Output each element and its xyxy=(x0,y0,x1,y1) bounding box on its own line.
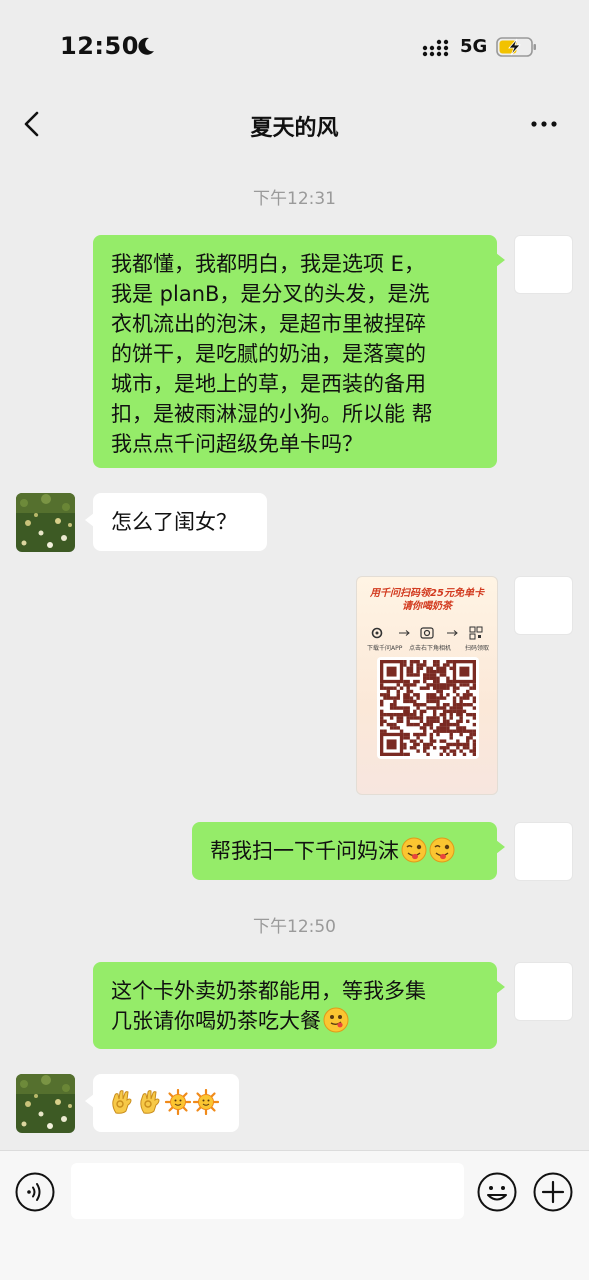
card-step-label: 点击右下角相机 xyxy=(409,645,452,652)
status-time: 12:50 xyxy=(60,32,139,60)
incoming-message-bubble[interactable] xyxy=(85,1074,239,1132)
emoji-picker-icon[interactable] xyxy=(476,1171,518,1213)
message-input[interactable] xyxy=(71,1163,464,1219)
battery-charging-icon xyxy=(496,37,536,57)
network-type: 5G xyxy=(460,36,488,57)
message-text: 怎么了闺女？ xyxy=(111,510,237,534)
card-step-label: 下载千问APP xyxy=(367,645,403,652)
sun-face-icon xyxy=(193,1089,219,1115)
flower-photo-icon xyxy=(16,1074,75,1133)
scan-icon xyxy=(469,626,483,640)
app-logo-icon xyxy=(371,627,383,639)
timestamp: 下午12:50 xyxy=(253,917,336,937)
ok-hand-icon xyxy=(112,1090,132,1114)
message-line: 这个卡外卖奶茶都能用，等我多集 xyxy=(111,979,426,1003)
ok-hand-icon xyxy=(140,1090,160,1114)
message-line: 我点点千问超级免单卡吗？ xyxy=(111,432,363,456)
input-bar xyxy=(0,1150,589,1280)
back-arrow-icon[interactable] xyxy=(18,108,46,140)
self-avatar[interactable] xyxy=(514,235,573,294)
self-avatar[interactable] xyxy=(514,822,573,881)
chat-title: 夏天的风 xyxy=(250,116,339,141)
winking-tongue-face-icon xyxy=(429,837,455,863)
contact-avatar[interactable] xyxy=(16,1074,75,1133)
card-title-line: 请你喝奶茶 xyxy=(402,601,452,612)
message-line: 我是 planB，是分叉的头发，是洗 xyxy=(111,282,430,306)
status-bar: 12:50 5G xyxy=(0,0,589,96)
flower-photo-icon xyxy=(16,493,75,552)
message-line: 城市，是地上的草，是西装的备用 xyxy=(111,372,426,396)
arrow-right-icon xyxy=(447,630,458,636)
self-avatar[interactable] xyxy=(514,962,573,1021)
card-step-label: 扫码领取 xyxy=(465,645,490,652)
tongue-out-face-icon xyxy=(323,1007,349,1033)
contact-avatar[interactable] xyxy=(16,493,75,552)
timestamp: 下午12:31 xyxy=(253,189,336,209)
voice-input-icon[interactable] xyxy=(14,1171,56,1213)
chat-header: 夏天的风 xyxy=(0,96,589,156)
qr-code xyxy=(377,657,479,759)
message-line: 的饼干，是吃腻的奶油，是落寞的 xyxy=(111,342,426,366)
sun-face-icon xyxy=(165,1089,191,1115)
message-line: 我都懂，我都明白，我是选项 E， xyxy=(111,252,425,276)
moon-icon xyxy=(138,37,154,55)
message-line: 衣机流出的泡沫，是超市里被捏碎 xyxy=(111,312,426,336)
card-title-line: 用千问扫码领25元免单卡 xyxy=(370,588,484,599)
winking-tongue-face-icon xyxy=(401,837,427,863)
outgoing-message-bubble[interactable]: 这个卡外卖奶茶都能用，等我多集 几张请你喝奶茶吃大餐 xyxy=(93,962,505,1049)
signal-icon xyxy=(422,39,449,57)
camera-icon xyxy=(420,627,434,639)
message-line: 扣，是被雨淋湿的小狗。所以能 帮 xyxy=(111,402,433,426)
card-step-icons xyxy=(371,626,483,640)
qr-code-image-message[interactable]: 用千问扫码领25元免单卡 请你喝奶茶 下载千问APP 点击右下角相机 扫码领取 xyxy=(356,576,498,795)
more-options-icon[interactable] xyxy=(526,108,562,140)
incoming-message-bubble[interactable]: 怎么了闺女？ xyxy=(85,493,267,551)
arrow-right-icon xyxy=(399,630,410,636)
message-text: 帮我扫一下千问妈沫 xyxy=(210,839,399,863)
outgoing-message-bubble[interactable]: 我都懂，我都明白，我是选项 E， 我是 planB，是分叉的头发，是洗 衣机流出… xyxy=(93,235,505,468)
outgoing-message-bubble[interactable]: 帮我扫一下千问妈沫 xyxy=(192,822,505,880)
self-avatar[interactable] xyxy=(514,576,573,635)
qr-code-pattern xyxy=(380,660,477,757)
message-line: 几张请你喝奶茶吃大餐 xyxy=(111,1009,321,1033)
more-actions-plus-icon[interactable] xyxy=(532,1171,574,1213)
